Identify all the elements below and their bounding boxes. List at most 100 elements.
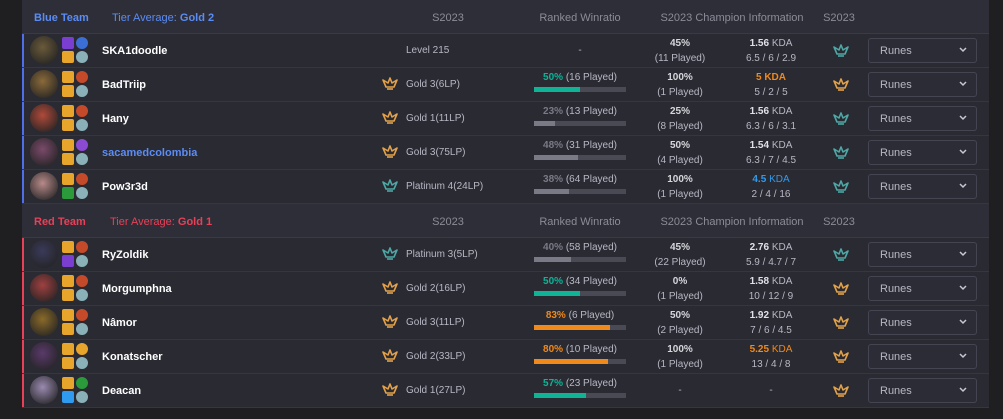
player-name[interactable]: Pow3r3d — [102, 181, 148, 193]
champion-portrait[interactable] — [30, 36, 58, 64]
champion-portrait[interactable] — [30, 172, 58, 200]
champion-portrait[interactable] — [30, 376, 58, 404]
runes-dropdown[interactable]: Runes — [868, 72, 977, 97]
player-name[interactable]: Morgumphna — [102, 283, 172, 295]
player-row: sacamedcolombia Gold 3(75LP) 48% (31 Playe… — [22, 136, 989, 170]
kda-label: KDA — [771, 38, 793, 49]
secondary-rune-icon — [76, 187, 88, 199]
team-color-bar — [22, 272, 24, 305]
ranked-winratio: - — [578, 45, 582, 56]
champion-portrait[interactable] — [30, 342, 58, 370]
ranked-winratio: 80% (10 Played) — [534, 344, 626, 355]
player-name[interactable]: BadTriip — [102, 79, 146, 91]
ranked-winratio: 83% (6 Played) — [534, 310, 626, 321]
champion-portrait[interactable] — [30, 104, 58, 132]
champion-portrait[interactable] — [30, 240, 58, 268]
player-name[interactable]: Nâmor — [102, 317, 137, 329]
gold-tier-icon — [833, 350, 849, 364]
runes-dropdown-label: Runes — [880, 45, 912, 57]
runes-dropdown[interactable]: Runes — [868, 276, 977, 301]
kda-ratio: 4.5 KDA — [730, 174, 812, 185]
kda-ratio: 1.56 KDA — [730, 38, 812, 49]
player-rank: Gold 3(6LP) — [406, 79, 460, 90]
player-rank: Gold 1(27LP) — [406, 385, 466, 396]
winratio-percent: 38% — [543, 174, 564, 185]
kda-value: 5 KDA — [755, 72, 786, 83]
gold-tier-icon — [382, 281, 398, 295]
player-name[interactable]: Hany — [102, 113, 129, 125]
column-header-ranked_winratio: Ranked Winratio — [539, 12, 621, 24]
chevron-down-icon — [958, 349, 968, 366]
kda-value: 1.58 — [749, 276, 770, 287]
tier-average: Tier Average: Gold 2 — [112, 12, 214, 24]
kda-ratio: 5.25 KDA — [730, 344, 812, 355]
kda-line: 6.5 / 6 / 2.9 — [745, 53, 797, 64]
runes-dropdown[interactable]: Runes — [868, 38, 977, 63]
champion-winrate: - — [678, 385, 682, 396]
kda-ratio: 1.92 KDA — [730, 310, 812, 321]
gold-tier-icon — [382, 383, 398, 397]
kda-label: KDA — [769, 174, 790, 185]
player-name[interactable]: RyZoldik — [102, 249, 148, 261]
ranked-winratio: 48% (31 Played) — [534, 140, 626, 151]
platinum-tier-icon — [382, 179, 398, 193]
team-header: Blue Team Tier Average: Gold 2 S2023 Ranked… — [22, 0, 989, 34]
runes-dropdown[interactable]: Runes — [868, 344, 977, 369]
kda-ratio: 2.76 KDA — [730, 242, 812, 253]
runes-dropdown[interactable]: Runes — [868, 378, 977, 403]
summoner-spell-icon — [62, 85, 74, 97]
team-color-bar — [22, 306, 24, 339]
champion-portrait[interactable] — [30, 70, 58, 98]
runes-dropdown[interactable]: Runes — [868, 106, 977, 131]
kda-value: 5.25 — [749, 344, 770, 355]
summoner-spell-icon — [62, 357, 74, 369]
gold-tier-icon — [382, 111, 398, 125]
secondary-rune-icon — [76, 391, 88, 403]
platinum-tier-icon — [833, 180, 849, 194]
keystone-rune-icon — [76, 343, 88, 355]
platinum-tier-icon — [382, 247, 398, 261]
keystone-rune-icon — [76, 105, 88, 117]
runes-dropdown[interactable]: Runes — [868, 310, 977, 335]
team-color-bar — [22, 340, 24, 373]
runes-dropdown-label: Runes — [880, 385, 912, 397]
champion-portrait[interactable] — [30, 274, 58, 302]
winratio-played: (10 Played) — [565, 344, 617, 355]
team-color-bar — [22, 102, 24, 135]
runes-dropdown[interactable]: Runes — [868, 242, 977, 267]
secondary-rune-icon — [76, 153, 88, 165]
winratio-percent: 50% — [543, 276, 564, 287]
player-row: Konatscher Gold 2(33LP) 80% (10 Played) 100… — [22, 340, 989, 374]
player-rank: Gold 3(11LP) — [406, 317, 465, 328]
kda-line: 6.3 / 7 / 4.5 — [745, 155, 797, 166]
player-name[interactable]: Konatscher — [102, 351, 163, 363]
kda-ratio: 5 KDA — [730, 72, 812, 83]
kda-value: 2.76 — [749, 242, 770, 253]
chevron-down-icon — [958, 111, 968, 128]
summoner-spell-icon — [62, 153, 74, 165]
champion-portrait[interactable] — [30, 138, 58, 166]
keystone-rune-icon — [76, 275, 88, 287]
runes-dropdown[interactable]: Runes — [868, 140, 977, 165]
runes-dropdown[interactable]: Runes — [868, 174, 977, 199]
player-rank: Gold 2(16LP) — [406, 283, 466, 294]
winratio-bar — [534, 87, 626, 92]
player-name[interactable]: Deacan — [102, 385, 141, 397]
kda-ratio: 1.54 KDA — [730, 140, 812, 151]
winratio-played: (58 Played) — [565, 242, 617, 253]
winratio-percent: 80% — [543, 344, 564, 355]
gold-tier-icon — [382, 145, 398, 159]
tier-average-value: Gold 2 — [179, 12, 215, 24]
champion-played: (8 Played) — [657, 121, 703, 132]
winratio-bar-fill — [534, 359, 608, 364]
champion-winrate: 45% — [669, 242, 690, 253]
winratio-percent: 57% — [543, 378, 564, 389]
champion-played: (22 Played) — [654, 257, 706, 268]
player-name[interactable]: SKA1doodle — [102, 45, 167, 57]
champion-winrate: 25% — [669, 106, 690, 117]
champion-portrait[interactable] — [30, 308, 58, 336]
summoner-spell-icon — [62, 139, 74, 151]
player-name[interactable]: sacamedcolombia — [102, 147, 197, 159]
match-panel: Blue Team Tier Average: Gold 2 S2023 Ranked… — [22, 0, 989, 408]
chevron-down-icon — [958, 43, 968, 60]
